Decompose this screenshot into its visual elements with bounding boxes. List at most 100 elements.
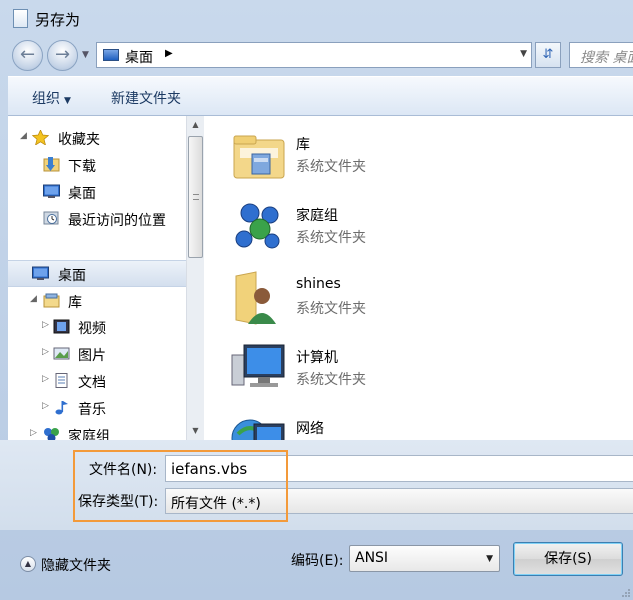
refresh-icon: ⇵	[542, 47, 554, 62]
recent-places-icon	[43, 211, 59, 225]
item-type: 系统文件夹	[296, 159, 366, 175]
desktop-icon	[43, 184, 60, 198]
tree-item-label: 音乐	[78, 402, 106, 418]
encoding-value: ANSI	[355, 550, 389, 566]
tree-item-music[interactable]: ▷ 音乐	[8, 396, 186, 420]
file-list: 库 系统文件夹 家庭组 系统文件夹 shines 系统文件夹 计算机 系统文件夹…	[206, 116, 633, 440]
back-arrow-icon: ←	[19, 44, 36, 65]
tree-item-favorites[interactable]: ◢ 收藏夹	[8, 126, 186, 150]
tree-item-label: 家庭组	[68, 429, 110, 440]
tree-item-label: 文档	[78, 375, 106, 391]
list-item-computer[interactable]: 计算机 系统文件夹	[230, 335, 630, 401]
collapse-icon[interactable]: ◢	[20, 131, 27, 141]
search-input[interactable]: 搜索 桌面	[569, 42, 633, 68]
recent-pages-dropdown-icon[interactable]: ▼	[82, 50, 89, 60]
list-item-library[interactable]: 库 系统文件夹	[230, 122, 630, 188]
encoding-label: 编码(E):	[291, 553, 344, 569]
refresh-button[interactable]: ⇵	[535, 42, 561, 68]
item-name: 网络	[296, 421, 324, 437]
tree-item-label: 桌面	[58, 268, 86, 284]
scroll-down-icon[interactable]: ▼	[187, 422, 204, 439]
dialog-footer: ▲ 隐藏文件夹 编码(E): ANSI ▼ 保存(S)	[0, 530, 633, 600]
item-type: 系统文件夹	[296, 301, 366, 317]
item-name: 库	[296, 137, 310, 153]
title-bar: 另存为	[0, 0, 633, 38]
homegroup-icon	[44, 428, 59, 440]
user-folder-icon	[235, 271, 276, 325]
desktop-icon	[103, 49, 119, 61]
tree-item-label: 视频	[78, 321, 106, 337]
download-folder-icon	[43, 157, 60, 172]
new-folder-button[interactable]: 新建文件夹	[111, 88, 181, 108]
item-name: shines	[296, 276, 341, 292]
breadcrumb-arrow-icon[interactable]: ▶	[165, 48, 173, 59]
expand-icon[interactable]: ▷	[42, 374, 49, 384]
desktop-icon	[32, 266, 49, 280]
expand-icon[interactable]: ▷	[42, 320, 49, 330]
tree-item-library[interactable]: ◢ 库	[8, 289, 186, 313]
resize-grip-icon[interactable]	[621, 588, 631, 598]
nav-pane-scrollbar[interactable]: ▲ ▼	[186, 116, 204, 440]
hide-folders-button[interactable]: ▲ 隐藏文件夹	[20, 554, 130, 576]
organize-button[interactable]: 组织 ▼	[32, 88, 71, 108]
forward-arrow-icon: →	[54, 44, 71, 65]
navigation-bar: ← → ▼ 桌面 ▶ ▼ ⇵ 搜索 桌面	[0, 38, 633, 74]
item-name: 家庭组	[296, 208, 338, 224]
tree-item-label: 最近访问的位置	[68, 213, 166, 229]
encoding-select[interactable]: ANSI ▼	[349, 545, 500, 572]
search-placeholder: 搜索 桌面	[580, 50, 633, 66]
tree-item-homegroup[interactable]: ▷ 家庭组	[8, 423, 186, 440]
pictures-icon	[53, 347, 70, 360]
music-icon	[55, 401, 68, 415]
organize-label: 组织	[32, 91, 60, 107]
address-dropdown-icon[interactable]: ▼	[520, 49, 527, 59]
grip-icon	[193, 194, 199, 200]
computer-icon	[231, 344, 285, 387]
expand-icon[interactable]: ▷	[30, 428, 37, 438]
tree-item-documents[interactable]: ▷ 文档	[8, 369, 186, 393]
annotation-highlight-box	[73, 450, 288, 522]
command-toolbar: 组织 ▼ 新建文件夹	[8, 76, 633, 116]
tree-item-desktop-fav[interactable]: 桌面	[8, 180, 186, 204]
tree-item-label: 库	[68, 295, 82, 311]
chevron-down-icon: ▼	[64, 96, 71, 106]
navigation-pane: ◢ 收藏夹 下载 桌面 最近访问的位置 桌面 ◢ 库 ▷ 视频 ▷ 图片 ▷ 文…	[8, 116, 186, 440]
forward-button[interactable]: →	[47, 40, 78, 71]
expand-icon[interactable]: ▷	[42, 347, 49, 357]
expand-icon[interactable]: ▷	[42, 401, 49, 411]
chevron-down-icon: ▼	[486, 554, 493, 564]
network-icon	[231, 419, 285, 440]
save-button[interactable]: 保存(S)	[513, 542, 623, 576]
scrollbar-thumb[interactable]	[188, 136, 203, 258]
tree-item-desktop-root[interactable]: 桌面	[8, 260, 186, 287]
collapse-icon[interactable]: ◢	[30, 294, 37, 304]
tree-item-label: 桌面	[68, 186, 96, 202]
videos-icon	[53, 319, 70, 334]
tree-item-downloads[interactable]: 下载	[8, 153, 186, 177]
document-icon	[13, 9, 28, 28]
list-item-user-shines[interactable]: shines 系统文件夹	[230, 264, 630, 330]
tree-item-videos[interactable]: ▷ 视频	[8, 315, 186, 339]
back-button[interactable]: ←	[12, 40, 43, 71]
homegroup-icon	[235, 203, 280, 249]
list-item-homegroup[interactable]: 家庭组 系统文件夹	[230, 193, 630, 259]
chevron-up-icon: ▲	[20, 556, 36, 572]
library-icon	[43, 293, 60, 308]
library-folder-icon	[233, 135, 285, 179]
list-item-network[interactable]: 网络	[230, 406, 630, 440]
window-title: 另存为	[35, 11, 81, 29]
tree-item-label: 下载	[68, 159, 96, 175]
hide-folders-label: 隐藏文件夹	[41, 558, 111, 574]
tree-item-pictures[interactable]: ▷ 图片	[8, 342, 186, 366]
item-type: 系统文件夹	[296, 372, 366, 388]
tree-item-label: 收藏夹	[58, 132, 100, 148]
star-icon	[32, 130, 49, 145]
scroll-up-icon[interactable]: ▲	[187, 116, 204, 133]
address-bar[interactable]: 桌面 ▶ ▼	[96, 42, 532, 68]
item-type: 系统文件夹	[296, 230, 366, 246]
address-location[interactable]: 桌面	[125, 47, 153, 67]
documents-icon	[55, 373, 68, 388]
item-name: 计算机	[296, 350, 338, 366]
browser-panes: ◢ 收藏夹 下载 桌面 最近访问的位置 桌面 ◢ 库 ▷ 视频 ▷ 图片 ▷ 文…	[8, 116, 633, 440]
tree-item-recent-places[interactable]: 最近访问的位置	[8, 207, 186, 231]
